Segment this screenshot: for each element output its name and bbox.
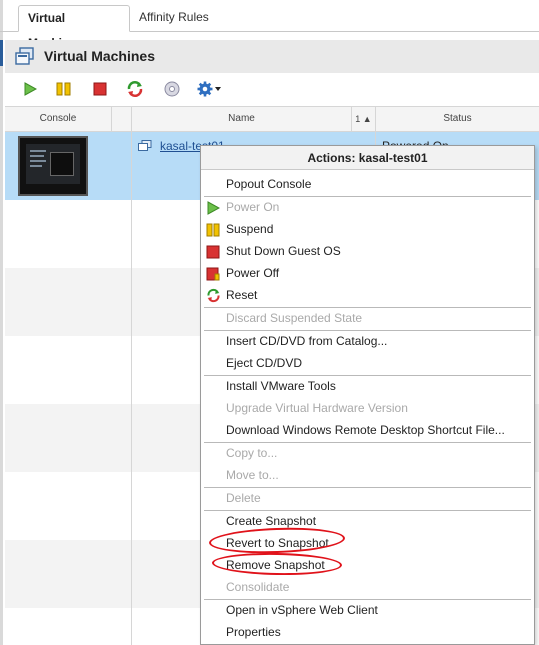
menu-item-popout-console[interactable]: Popout Console bbox=[201, 173, 534, 195]
suspend-icon bbox=[206, 222, 220, 237]
tab-affinity-rules[interactable]: Affinity Rules bbox=[130, 5, 230, 32]
tab-bar: Virtual Machines Affinity Rules bbox=[0, 0, 539, 50]
menu-item-insert-cd-dvd[interactable]: Insert CD/DVD from Catalog... bbox=[201, 330, 534, 352]
tab-virtual-machines[interactable]: Virtual Machines bbox=[18, 5, 130, 50]
menu-item-power-on: Power On bbox=[201, 196, 534, 218]
column-header-status[interactable]: Status bbox=[376, 107, 539, 131]
menu-item-move-to: Move to... bbox=[226, 468, 279, 482]
toolbar bbox=[5, 74, 539, 104]
left-edge-strip bbox=[0, 0, 3, 645]
left-edge-accent bbox=[0, 40, 3, 66]
menu-item-open-vsphere-web-client[interactable]: Open in vSphere Web Client bbox=[201, 599, 534, 621]
menu-item-discard-suspended-state: Discard Suspended State bbox=[226, 311, 363, 325]
menu-item-properties[interactable]: Properties bbox=[201, 621, 534, 643]
menu-item-eject-cd-dvd[interactable]: Eject CD/DVD bbox=[201, 352, 534, 374]
power-off-icon bbox=[206, 266, 220, 281]
reset-icon bbox=[206, 288, 220, 303]
virtual-machines-icon bbox=[15, 47, 35, 67]
menu-title: Actions: kasal-test01 bbox=[201, 146, 534, 170]
power-off-button[interactable] bbox=[90, 79, 110, 99]
menu-item-delete: Delete bbox=[226, 491, 261, 505]
power-on-icon bbox=[24, 82, 37, 96]
menu-item-suspend[interactable]: Suspend bbox=[201, 218, 534, 240]
column-divider bbox=[131, 132, 132, 645]
media-icon bbox=[164, 81, 180, 97]
power-off-icon bbox=[93, 82, 107, 96]
column-header-name[interactable]: Name bbox=[132, 107, 352, 131]
menu-item-create-snapshot[interactable]: Create Snapshot bbox=[201, 510, 534, 532]
gear-icon bbox=[197, 81, 221, 97]
column-header-console[interactable]: Console bbox=[5, 107, 112, 131]
menu-item-upgrade-virtual-hardware: Upgrade Virtual Hardware Version bbox=[226, 401, 408, 415]
menu-item-download-rdp-shortcut[interactable]: Download Windows Remote Desktop Shortcut… bbox=[201, 419, 534, 441]
media-button[interactable] bbox=[162, 79, 182, 99]
menu-item-consolidate: Consolidate bbox=[226, 580, 290, 594]
menu-item-reset[interactable]: Reset bbox=[201, 284, 534, 306]
settings-menu-button[interactable] bbox=[196, 79, 224, 99]
reset-icon bbox=[127, 81, 143, 97]
menu-item-power-off[interactable]: Power Off bbox=[201, 262, 534, 284]
panel-header: Virtual Machines bbox=[5, 40, 539, 73]
menu-item-copy-to: Copy to... bbox=[226, 446, 278, 460]
menu-item-remove-snapshot[interactable]: Remove Snapshot bbox=[201, 554, 534, 576]
power-on-button[interactable] bbox=[20, 79, 40, 99]
shutdown-icon bbox=[206, 244, 220, 259]
menu-item-install-vmware-tools[interactable]: Install VMware Tools bbox=[201, 375, 534, 397]
menu-item-revert-to-snapshot[interactable]: Revert to Snapshot bbox=[201, 532, 534, 554]
column-header-spacer bbox=[112, 107, 132, 131]
grid-header: Console Name 1 ▲ Status bbox=[5, 106, 539, 132]
panel-title: Virtual Machines bbox=[44, 48, 156, 64]
suspend-icon bbox=[56, 82, 71, 96]
actions-context-menu: Actions: kasal-test01 Popout Console Pow… bbox=[200, 145, 535, 645]
console-thumbnail[interactable] bbox=[18, 136, 88, 196]
console-screen bbox=[26, 144, 80, 184]
suspend-button[interactable] bbox=[54, 79, 74, 99]
power-on-icon bbox=[206, 200, 221, 215]
reset-button[interactable] bbox=[125, 79, 145, 99]
menu-item-shut-down-guest-os[interactable]: Shut Down Guest OS bbox=[201, 240, 534, 262]
vm-icon bbox=[138, 140, 152, 152]
column-header-sort-indicator[interactable]: 1 ▲ bbox=[352, 107, 376, 131]
